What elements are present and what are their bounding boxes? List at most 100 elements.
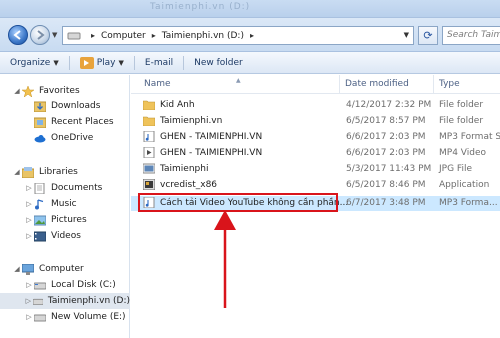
table-row-selected[interactable]: Cách tải Video YouTube không cần phần...… [131, 193, 500, 212]
table-row[interactable]: GHEN - TAIMIENPHI.VN 6/6/2017 2:03 PM MP… [131, 146, 500, 161]
expand-arrow-icon[interactable]: ▷ [24, 216, 34, 224]
search-input[interactable]: Search Taimienphi.vn [442, 26, 500, 45]
column-header-name[interactable]: ▲ Name [131, 75, 340, 93]
play-label: Play [96, 57, 116, 68]
chevron-down-icon: ▼ [53, 58, 59, 67]
drive-icon [67, 32, 81, 39]
play-button[interactable]: Play ▼ [79, 56, 124, 69]
forward-button[interactable] [30, 25, 50, 45]
nav-onedrive-label: OneDrive [51, 133, 94, 143]
expand-arrow-icon[interactable]: ▷ [24, 184, 34, 192]
table-row[interactable]: Kid Anh 4/12/2017 2:32 PM File folder [131, 98, 500, 113]
star-icon [22, 85, 34, 97]
file-type: File folder [439, 100, 484, 110]
nav-downloads[interactable]: Downloads [0, 98, 130, 114]
expand-arrow-icon[interactable]: ▷ [24, 232, 34, 240]
drive-icon [34, 282, 46, 289]
chevron-down-icon: ▼ [118, 58, 124, 67]
breadcrumb-separator-icon[interactable]: ▸ [152, 31, 156, 40]
expand-arrow-icon[interactable]: ◢ [12, 87, 22, 95]
organize-button[interactable]: Organize ▼ [10, 58, 59, 68]
nav-computer-label: Computer [39, 264, 84, 274]
refresh-button[interactable]: ⟳ [418, 26, 438, 45]
audio-file-icon [143, 197, 155, 208]
column-date-label: Date modified [345, 79, 409, 89]
breadcrumb-separator-icon[interactable]: ▸ [250, 31, 254, 40]
new-folder-button[interactable]: New folder [194, 58, 243, 68]
email-label: E-mail [144, 57, 174, 68]
file-name-cell: vcredist_x86 [143, 179, 217, 190]
table-row[interactable]: GHEN - TAIMIENPHI.VN 6/6/2017 2:03 PM MP… [131, 130, 500, 145]
title-bar: Taimienphi.vn (D:) [0, 0, 500, 18]
table-row[interactable]: Taimienphi 5/3/2017 11:43 PM JPG File [131, 162, 500, 177]
breadcrumb-drive[interactable]: Taimienphi.vn (D:) [162, 31, 244, 41]
nav-local-disk-label: Local Disk (C:) [51, 280, 116, 290]
file-date: 6/5/2017 8:46 PM [346, 180, 426, 190]
nav-downloads-label: Downloads [51, 101, 101, 111]
nav-videos[interactable]: ▷ Videos [0, 228, 130, 244]
back-arrow-icon [13, 30, 21, 40]
breadcrumb-computer[interactable]: Computer [101, 31, 146, 41]
nav-taimienphi-drive[interactable]: ▷ Taimienphi.vn (D:) [0, 293, 130, 309]
sort-indicator-icon: ▲ [236, 77, 241, 84]
nav-new-volume[interactable]: ▷ New Volume (E:) [0, 309, 130, 325]
file-type: File folder [439, 116, 484, 126]
file-name: Kid Anh [160, 99, 195, 110]
file-list: ▲ Name Date modified Type Kid Anh 4/12/2… [131, 75, 500, 338]
nav-onedrive[interactable]: OneDrive [0, 130, 130, 146]
nav-pictures[interactable]: ▷ Pictures [0, 212, 130, 228]
column-header-date[interactable]: Date modified [340, 75, 434, 93]
expand-arrow-icon[interactable]: ▷ [24, 313, 34, 321]
file-type: Application [439, 180, 490, 190]
libraries-icon [22, 166, 34, 178]
computer-icon [22, 263, 34, 275]
email-button[interactable]: E-mail [145, 58, 173, 68]
file-name-cell: Kid Anh [143, 99, 195, 110]
pictures-icon [34, 215, 46, 225]
table-row[interactable]: vcredist_x86 6/5/2017 8:46 PM Applicatio… [131, 178, 500, 193]
nav-videos-label: Videos [51, 231, 81, 241]
expand-arrow-icon[interactable]: ▷ [24, 200, 34, 208]
expand-arrow-icon[interactable]: ◢ [12, 265, 22, 273]
column-header-type[interactable]: Type [434, 75, 500, 93]
nav-favorites-label: Favorites [39, 86, 80, 96]
nav-documents-label: Documents [51, 183, 103, 193]
nav-computer[interactable]: ◢ Computer [0, 261, 130, 277]
image-file-icon [143, 163, 155, 174]
table-row[interactable]: Taimienphi.vn 6/5/2017 8:57 PM File fold… [131, 114, 500, 129]
expand-arrow-icon[interactable]: ◢ [12, 168, 22, 176]
play-icon [79, 56, 94, 69]
expand-arrow-icon[interactable]: ▷ [24, 297, 33, 305]
file-date: 6/5/2017 8:57 PM [346, 116, 426, 126]
documents-icon [34, 182, 45, 194]
nav-local-disk[interactable]: ▷ Local Disk (C:) [0, 277, 130, 293]
breadcrumb-separator-icon: ▸ [91, 31, 96, 40]
drive-icon [34, 314, 46, 321]
nav-favorites[interactable]: ◢ Favorites [0, 83, 130, 99]
file-date: 6/7/2017 3:48 PM [346, 198, 426, 208]
recent-pages-dropdown-icon[interactable]: ▼ [52, 31, 57, 39]
audio-file-icon [143, 131, 155, 142]
expand-arrow-icon[interactable]: ▷ [24, 281, 34, 289]
nav-libraries[interactable]: ◢ Libraries [0, 164, 130, 180]
nav-music-label: Music [51, 199, 77, 209]
folder-icon [143, 100, 155, 110]
address-bar[interactable]: ▸ Computer ▸ Taimienphi.vn (D:) ▸ ▼ [62, 26, 414, 45]
nav-documents[interactable]: ▷ Documents [0, 180, 130, 196]
file-name: GHEN - TAIMIENPHI.VN [160, 147, 263, 158]
nav-recent-places[interactable]: Recent Places [0, 114, 130, 130]
file-name-cell: Taimienphi.vn [143, 115, 222, 126]
column-type-label: Type [439, 79, 460, 89]
drive-icon [32, 298, 43, 305]
organize-label: Organize [10, 57, 51, 68]
nav-pictures-label: Pictures [51, 215, 87, 225]
file-type: JPG File [439, 164, 472, 174]
address-dropdown-icon[interactable]: ▼ [404, 31, 409, 39]
toolbar-divider [68, 55, 70, 70]
file-name: Taimienphi [160, 163, 209, 174]
nav-music[interactable]: ▷ Music [0, 196, 130, 212]
videos-icon [34, 231, 46, 241]
file-type: MP4 Video [439, 148, 486, 158]
back-button[interactable] [8, 25, 28, 45]
cloud-icon [34, 134, 46, 142]
